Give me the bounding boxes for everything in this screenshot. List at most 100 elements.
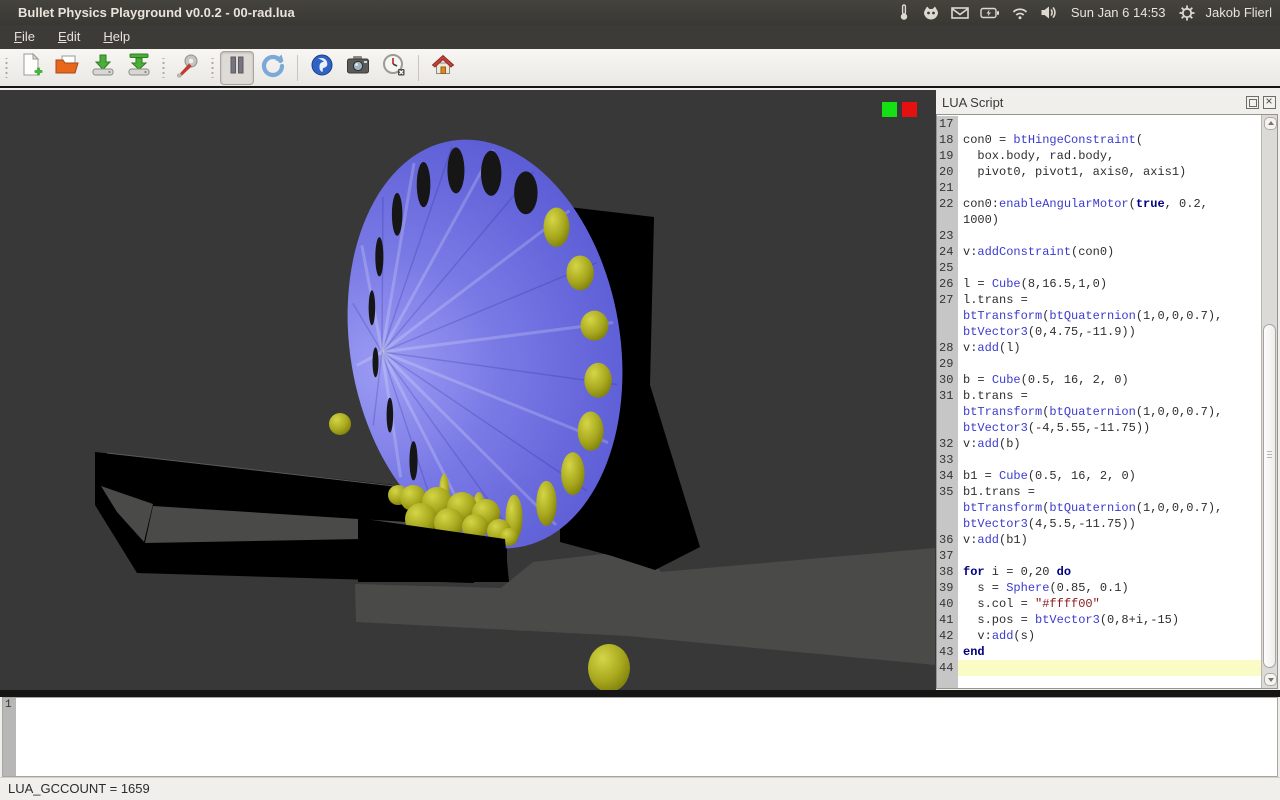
toolbar-grip[interactable]: [209, 58, 216, 78]
menubar: File Edit Help: [0, 25, 1280, 49]
rim-sphere: [580, 311, 608, 341]
code-line: btVector3(0,4.75,-11.9)): [937, 324, 1261, 340]
home-button[interactable]: [426, 51, 460, 85]
line-number: 33: [937, 452, 958, 468]
mail-icon[interactable]: [951, 6, 969, 20]
rim-hole: [375, 237, 383, 276]
new-file-button[interactable]: [14, 51, 48, 85]
line-number: [937, 420, 958, 436]
code-line: 38for i = 0,20 do: [937, 564, 1261, 580]
screenshot-button[interactable]: [341, 51, 375, 85]
line-number: 23: [937, 228, 958, 244]
code-line: 17: [937, 116, 1261, 132]
open-button[interactable]: [50, 51, 84, 85]
lua-console[interactable]: 1: [2, 697, 1278, 777]
code-line: 33: [937, 452, 1261, 468]
line-number: 19: [937, 148, 958, 164]
save-button[interactable]: [86, 51, 120, 85]
sim-green-indicator: [882, 102, 897, 117]
line-number: 44: [937, 660, 958, 676]
close-panel-icon[interactable]: [1263, 96, 1276, 109]
battery-icon[interactable]: [980, 7, 1000, 19]
line-number: [937, 516, 958, 532]
restart-button[interactable]: [256, 51, 290, 85]
sync-icon[interactable]: [922, 5, 940, 21]
timer-button[interactable]: [377, 51, 411, 85]
titlebar: Bullet Physics Playground v0.0.2 - 00-ra…: [0, 0, 1280, 25]
line-number: 38: [937, 564, 958, 580]
menu-help[interactable]: Help: [94, 25, 139, 49]
clock[interactable]: Sun Jan 6 14:53: [1069, 5, 1168, 20]
configure-icon: [175, 52, 201, 83]
toolbar-separator: [418, 55, 419, 81]
line-number: 35: [937, 484, 958, 500]
code-line: 19 box.body, rad.body,: [937, 148, 1261, 164]
home-icon: [430, 52, 456, 83]
pause-button[interactable]: [220, 51, 254, 85]
panel-title: LUA Script: [936, 95, 1246, 110]
gear-icon[interactable]: [1179, 5, 1195, 21]
save-as-icon: [126, 52, 152, 83]
configure-button[interactable]: [171, 51, 205, 85]
line-number: 43: [937, 644, 958, 660]
line-number: 26: [937, 276, 958, 292]
save-as-button[interactable]: [122, 51, 156, 85]
line-number: [937, 324, 958, 340]
rim-hole: [387, 398, 394, 433]
sim-red-indicator: [902, 102, 917, 117]
code-line: 44: [937, 660, 1261, 676]
line-number: 24: [937, 244, 958, 260]
lua-script-panel: LUA Script 1718con0 = btHingeConstraint(…: [936, 90, 1280, 690]
float-panel-icon[interactable]: [1246, 96, 1259, 109]
debug-button[interactable]: [305, 51, 339, 85]
rim-hole: [392, 193, 403, 236]
physics-scene: [0, 90, 936, 690]
line-number: 20: [937, 164, 958, 180]
falling-sphere: [588, 644, 630, 690]
scrollbar-thumb[interactable]: [1263, 324, 1276, 668]
code-line: 41 s.pos = btVector3(0,8+i,-15): [937, 612, 1261, 628]
viewport-3d[interactable]: [0, 90, 936, 690]
rim-hole: [481, 151, 501, 196]
line-number: 30: [937, 372, 958, 388]
line-number: 25: [937, 260, 958, 276]
line-number: 36: [937, 532, 958, 548]
console-input[interactable]: [16, 698, 1277, 776]
toolbar-grip[interactable]: [3, 58, 10, 78]
menu-edit[interactable]: Edit: [49, 25, 89, 49]
console-line-number: 1: [3, 698, 16, 776]
menu-file[interactable]: File: [5, 25, 44, 49]
code-line: 25: [937, 260, 1261, 276]
restart-icon: [260, 52, 286, 83]
scroll-down-icon[interactable]: [1264, 673, 1277, 686]
code-line: 22con0:enableAngularMotor(true, 0.2,: [937, 196, 1261, 212]
code-line: 40 s.col = "#ffff00": [937, 596, 1261, 612]
code-line: 18con0 = btHingeConstraint(: [937, 132, 1261, 148]
editor-scrollbar[interactable]: [1261, 115, 1277, 688]
line-number: 17: [937, 116, 958, 132]
line-number: [937, 500, 958, 516]
code-line: 1000): [937, 212, 1261, 228]
code-line: btTransform(btQuaternion(1,0,0,0.7),: [937, 308, 1261, 324]
scroll-up-icon[interactable]: [1264, 117, 1277, 130]
window-title: Bullet Physics Playground v0.0.2 - 00-ra…: [18, 0, 295, 25]
rim-sphere: [578, 412, 604, 451]
code-line: 27l.trans =: [937, 292, 1261, 308]
line-number: 34: [937, 468, 958, 484]
code-line: 26l = Cube(8,16.5,1,0): [937, 276, 1261, 292]
code-line: 31b.trans =: [937, 388, 1261, 404]
session-user[interactable]: Jakob Flierl: [1206, 5, 1276, 20]
wifi-icon[interactable]: [1011, 6, 1029, 20]
volume-icon[interactable]: [1040, 5, 1058, 20]
rim-sphere: [566, 255, 593, 290]
timer-icon: [381, 52, 407, 83]
line-number: 42: [937, 628, 958, 644]
code-line: 30b = Cube(0.5, 16, 2, 0): [937, 372, 1261, 388]
thermometer-icon[interactable]: [897, 4, 911, 21]
toolbar-grip[interactable]: [160, 58, 167, 78]
screenshot-icon: [345, 52, 371, 83]
code-line: btVector3(-4,5.55,-11.75)): [937, 420, 1261, 436]
code-lines[interactable]: 1718con0 = btHingeConstraint(19 box.body…: [937, 116, 1261, 688]
lua-code-editor[interactable]: 1718con0 = btHingeConstraint(19 box.body…: [936, 114, 1278, 689]
yellow-sphere: [329, 413, 351, 435]
